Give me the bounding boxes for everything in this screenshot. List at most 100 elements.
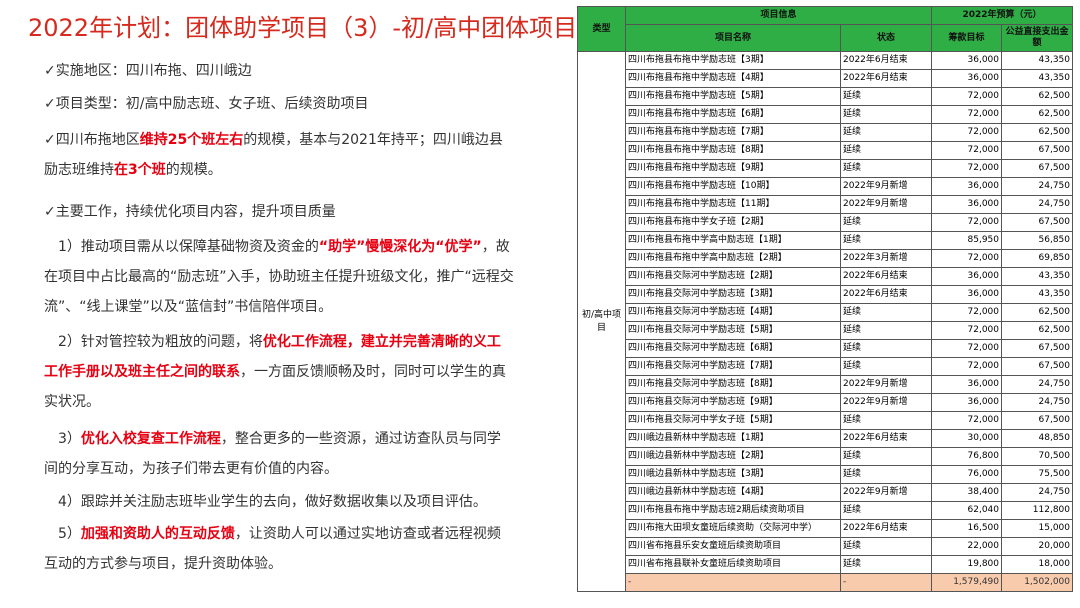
cell-direct: 24,750 <box>1001 483 1074 502</box>
cell-target: 36,000 <box>931 51 1003 70</box>
cell-target: 38,400 <box>931 483 1003 502</box>
cell-name: 四川布拖县布拖中学励志班【10期】 <box>625 177 841 196</box>
cell-name: 四川布拖县布拖中学女子班【2期】 <box>625 213 841 232</box>
table-row: 四川布拖县布拖中学励志班【11期】 2022年9月新增 36,000 24,750 <box>578 195 1074 214</box>
budget-header: 2022年预算（元） <box>931 6 1074 25</box>
scale-highlight-2: 在3个班 <box>114 162 166 178</box>
cell-status: 2022年9月新增 <box>839 393 933 412</box>
cell-direct: 56,850 <box>1001 231 1074 250</box>
left-panel: 2022年计划：团体助学项目（3）-初/高中团体项目 ✓实施地区：四川布拖、四川… <box>0 0 577 608</box>
cell-target: 76,000 <box>931 465 1003 484</box>
cell-status: 延续 <box>839 555 933 574</box>
scale-text-3: 的规模。 <box>165 162 222 178</box>
cell-target: 36,000 <box>931 177 1003 196</box>
cell-status: 2022年6月结束 <box>839 429 933 448</box>
point-2-text-1: 2）针对管控较为粗放的问题，将 <box>58 334 263 350</box>
point-4-paragraph: 4）跟踪并关注励志班毕业学生的去向，做好数据收集以及项目评估。 <box>58 494 487 510</box>
cell-status: 延续 <box>839 303 933 322</box>
cell-status: 延续 <box>839 141 933 160</box>
cell-status: 延续 <box>839 87 933 106</box>
cell-status: 延续 <box>839 159 933 178</box>
cell-target: 72,000 <box>931 141 1003 160</box>
table-row: 四川布拖县布拖中学高中励志班【2期】 2022年3月新增 72,000 69,850 <box>578 249 1074 268</box>
scale-highlight-1: 维持25个班左右 <box>139 132 244 148</box>
point-1-highlight: “助学”慢慢深化为“优学” <box>318 239 482 255</box>
cell-status: 延续 <box>839 231 933 250</box>
cell-target: 36,000 <box>931 285 1003 304</box>
cell-name: 四川布拖县布拖中学励志班【9期】 <box>625 159 841 178</box>
cell-status: 延续 <box>839 339 933 358</box>
cell-status: 2022年6月结束 <box>839 519 933 538</box>
cell-direct: 67,500 <box>1001 357 1074 376</box>
col-type-header: 类型 <box>577 6 626 52</box>
table-row: 四川布拖县布拖中学高中励志班【1期】 延续 85,950 56,850 <box>578 231 1074 250</box>
point-1-paragraph: 1）推动项目需从以保障基础物资及资金的“助学”慢慢深化为“优学”，故在项目中占比… <box>44 232 514 322</box>
cell-target: 72,000 <box>931 411 1003 430</box>
cell-direct: 24,750 <box>1001 393 1074 412</box>
cell-name: 四川布拖县交际河中学励志班【2期】 <box>625 267 841 286</box>
cell-status: 延续 <box>839 447 933 466</box>
cell-direct: 24,750 <box>1001 177 1074 196</box>
col-target-header: 筹款目标 <box>931 24 1003 52</box>
table-row: 四川布拖县布拖中学励志班【9期】 延续 72,000 67,500 <box>578 159 1074 178</box>
cell-status: 2022年9月新增 <box>839 375 933 394</box>
project-info-header: 项目信息 <box>624 6 933 25</box>
cell-direct: 70,500 <box>1001 447 1074 466</box>
table-row: 四川布拖县布拖中学励志班【5期】 延续 72,000 62,500 <box>578 87 1074 106</box>
cell-target: 72,000 <box>931 357 1003 376</box>
cell-direct: 62,500 <box>1001 303 1074 322</box>
cell-name: 四川省布拖县联补女童班后续资助项目 <box>625 555 841 574</box>
page-title: 2022年计划：团体助学项目（3）-初/高中团体项目 <box>28 14 578 42</box>
cell-direct: 43,350 <box>1001 267 1074 286</box>
table-row: 四川峨边县新林中学励志班【3期】 延续 76,000 75,500 <box>578 465 1074 484</box>
cell-status: 2022年3月新增 <box>839 249 933 268</box>
cell-name: 四川峨边县新林中学励志班【2期】 <box>625 447 841 466</box>
cell-status: 延续 <box>839 501 933 520</box>
cell-status: 2022年6月结束 <box>839 51 933 70</box>
cell-direct: 24,750 <box>1001 195 1074 214</box>
main-work-line: ✓主要工作，持续优化项目内容，提升项目质量 <box>44 204 336 220</box>
table-row: 初/高中项目 四川布拖县布拖中学励志班【3期】 2022年6月结束 36,000 43,… <box>577 51 1074 592</box>
point-5-text-1: 5） <box>58 526 81 542</box>
point-3-text-1: 3） <box>58 431 81 447</box>
cell-status: 延续 <box>839 123 933 142</box>
cell-target: 72,000 <box>931 303 1003 322</box>
point-3-highlight: 优化入校复查工作流程 <box>80 431 221 447</box>
cell-target: 36,000 <box>931 195 1003 214</box>
cell-target: 22,000 <box>931 537 1003 556</box>
cell-status: 延续 <box>839 357 933 376</box>
cell-name: 四川布拖县交际河中学女子班【5期】 <box>625 411 841 430</box>
cell-target: 36,000 <box>931 69 1003 88</box>
cell-direct: 15,000 <box>1001 519 1074 538</box>
cell-direct: 67,500 <box>1001 141 1074 160</box>
type-cell: 初/高中项目 <box>577 51 626 592</box>
scale-text-1: ✓四川布拖地区 <box>44 132 140 148</box>
cell-target: 76,800 <box>931 447 1003 466</box>
cell-target: 85,950 <box>931 231 1003 250</box>
cell-direct: 112,800 <box>1001 501 1074 520</box>
cell-name: 四川布拖县交际河中学励志班【7期】 <box>625 357 841 376</box>
cell-name: 四川布拖县布拖中学高中励志班【1期】 <box>625 231 841 250</box>
cell-status: 延续 <box>839 105 933 124</box>
point-3-paragraph: 3）优化入校复查工作流程，整合更多的一些资源，通过访查队员与同学间的分享互动，为… <box>44 424 514 484</box>
cell-direct: 43,350 <box>1001 285 1074 304</box>
col-status-header: 状态 <box>839 24 933 52</box>
table-row: 四川峨边县新林中学励志班【4期】 2022年9月新增 38,400 24,750 <box>578 483 1074 502</box>
table-row: 四川布拖县布拖中学励志班【7期】 延续 72,000 62,500 <box>578 123 1074 142</box>
cell-name: 四川布拖县交际河中学励志班【8期】 <box>625 375 841 394</box>
cell-status: 2022年9月新增 <box>839 483 933 502</box>
table-row: 四川布拖县布拖中学励志班【4期】 2022年6月结束 36,000 43,350 <box>578 69 1074 88</box>
type-line: ✓项目类型：初/高中励志班、女子班、后续资助项目 <box>44 96 369 112</box>
cell-direct: 67,500 <box>1001 339 1074 358</box>
cell-target: 72,000 <box>931 321 1003 340</box>
cell-target: 30,000 <box>931 429 1003 448</box>
cell-name: 四川峨边县新林中学励志班【1期】 <box>625 429 841 448</box>
cell-name: 四川布拖县布拖中学励志班【11期】 <box>625 195 841 214</box>
total-target: 1,579,490 <box>931 573 1003 592</box>
cell-target: 72,000 <box>931 123 1003 142</box>
budget-table: 类型 项目信息 2022年预算（元） 项目名称 状态 筹款目标 公益直接支出金额… <box>577 6 1074 592</box>
table-row: 四川布拖大田坝女童班后续资助（交际河中学） 2022年6月结束 16,500 15,0… <box>578 519 1074 538</box>
table-row: 四川省布拖县联补女童班后续资助项目 延续 19,800 18,000 <box>578 555 1074 574</box>
table-row: 四川峨边县新林中学励志班【2期】 延续 76,800 70,500 <box>578 447 1074 466</box>
cell-status: 2022年9月新增 <box>839 177 933 196</box>
